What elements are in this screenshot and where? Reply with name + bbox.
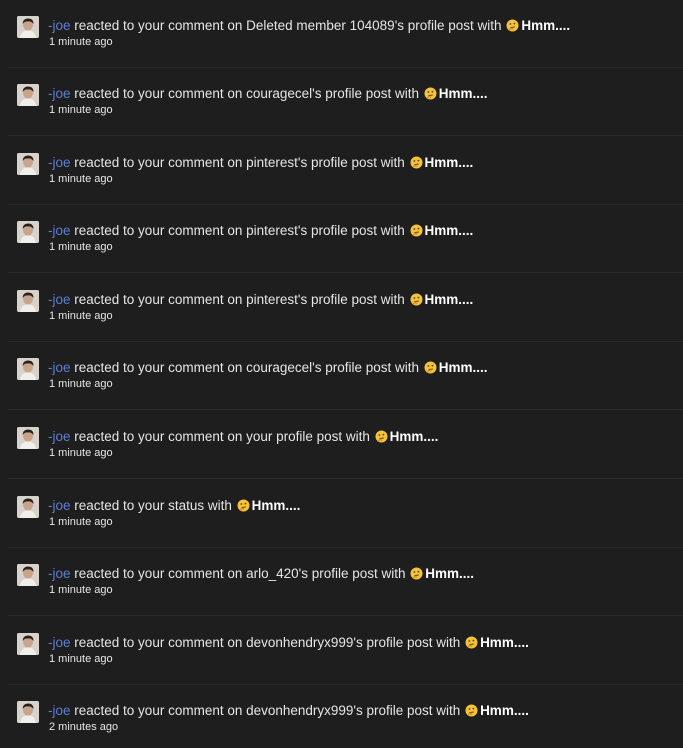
alert-action-text: reacted to your status with bbox=[70, 498, 236, 513]
alert-action-text: reacted to your comment on Deleted membe… bbox=[70, 18, 506, 33]
alert-timestamp: 1 minute ago bbox=[49, 173, 113, 185]
avatar[interactable] bbox=[17, 427, 39, 449]
username-link[interactable]: -joe bbox=[48, 155, 71, 170]
alert-message: -joe reacted to your comment on Deleted … bbox=[48, 17, 570, 35]
thinking-face-icon bbox=[506, 19, 519, 32]
reaction-name[interactable]: Hmm.... bbox=[439, 86, 488, 101]
alert-item[interactable]: -joe reacted to your comment on devonhen… bbox=[8, 617, 683, 685]
alert-timestamp: 1 minute ago bbox=[49, 378, 113, 390]
alert-message: -joe reacted to your comment on devonhen… bbox=[48, 702, 529, 720]
alert-message: -joe reacted to your comment on pinteres… bbox=[48, 291, 473, 309]
username-link[interactable]: -joe bbox=[48, 566, 71, 581]
alert-action-text: reacted to your comment on devonhendryx9… bbox=[70, 635, 465, 650]
thinking-face-icon bbox=[410, 156, 423, 169]
alert-timestamp: 1 minute ago bbox=[49, 310, 113, 322]
reaction-name[interactable]: Hmm.... bbox=[480, 703, 529, 718]
alert-message: -joe reacted to your comment on pinteres… bbox=[48, 154, 473, 172]
reaction-name[interactable]: Hmm.... bbox=[425, 155, 474, 170]
thinking-face-icon bbox=[424, 361, 437, 374]
username-link[interactable]: -joe bbox=[48, 292, 71, 307]
avatar[interactable] bbox=[17, 153, 39, 175]
reaction-name[interactable]: Hmm.... bbox=[390, 429, 439, 444]
alert-action-text: reacted to your comment on couragecel's … bbox=[70, 360, 423, 375]
alert-item[interactable]: -joe reacted to your comment on pinteres… bbox=[8, 137, 683, 205]
avatar[interactable] bbox=[17, 84, 39, 106]
reaction-name[interactable]: Hmm.... bbox=[425, 566, 474, 581]
alert-action-text: reacted to your comment on couragecel's … bbox=[70, 86, 423, 101]
username-link[interactable]: -joe bbox=[48, 360, 71, 375]
alert-item[interactable]: -joe reacted to your comment on pinteres… bbox=[8, 205, 683, 273]
avatar[interactable] bbox=[17, 564, 39, 586]
alert-action-text: reacted to your comment on pinterest's p… bbox=[70, 223, 409, 238]
avatar[interactable] bbox=[17, 221, 39, 243]
thinking-face-icon bbox=[410, 293, 423, 306]
alert-item[interactable]: -joe reacted to your comment on Deleted … bbox=[8, 0, 683, 68]
alert-action-text: reacted to your comment on devonhendryx9… bbox=[70, 703, 465, 718]
reaction-name[interactable]: Hmm.... bbox=[439, 360, 488, 375]
thinking-face-icon bbox=[375, 430, 388, 443]
reaction-name[interactable]: Hmm.... bbox=[425, 292, 474, 307]
alert-message: -joe reacted to your comment on arlo_420… bbox=[48, 565, 474, 583]
alert-message: -joe reacted to your comment on couragec… bbox=[48, 85, 488, 103]
alert-timestamp: 1 minute ago bbox=[49, 653, 113, 665]
avatar[interactable] bbox=[17, 701, 39, 723]
alert-message: -joe reacted to your comment on devonhen… bbox=[48, 634, 529, 652]
avatar[interactable] bbox=[17, 358, 39, 380]
alert-item[interactable]: -joe reacted to your comment on devonhen… bbox=[8, 685, 683, 748]
alert-item[interactable]: -joe reacted to your comment on arlo_420… bbox=[8, 548, 683, 616]
avatar[interactable] bbox=[17, 496, 39, 518]
reaction-name[interactable]: Hmm.... bbox=[521, 18, 570, 33]
alert-timestamp: 1 minute ago bbox=[49, 241, 113, 253]
username-link[interactable]: -joe bbox=[48, 498, 71, 513]
reaction-name[interactable]: Hmm.... bbox=[252, 498, 301, 513]
avatar[interactable] bbox=[17, 16, 39, 38]
alert-item[interactable]: -joe reacted to your comment on pinteres… bbox=[8, 274, 683, 342]
reaction-name[interactable]: Hmm.... bbox=[425, 223, 474, 238]
alert-item[interactable]: -joe reacted to your status with Hmm....… bbox=[8, 480, 683, 548]
alert-timestamp: 1 minute ago bbox=[49, 104, 113, 116]
reaction-name[interactable]: Hmm.... bbox=[480, 635, 529, 650]
username-link[interactable]: -joe bbox=[48, 635, 71, 650]
username-link[interactable]: -joe bbox=[48, 86, 71, 101]
username-link[interactable]: -joe bbox=[48, 223, 71, 238]
alert-action-text: reacted to your comment on your profile … bbox=[70, 429, 374, 444]
thinking-face-icon bbox=[465, 636, 478, 649]
alert-timestamp: 1 minute ago bbox=[49, 516, 113, 528]
alert-item[interactable]: -joe reacted to your comment on couragec… bbox=[8, 342, 683, 410]
alert-timestamp: 1 minute ago bbox=[49, 36, 113, 48]
alert-action-text: reacted to your comment on arlo_420's pr… bbox=[70, 566, 410, 581]
thinking-face-icon bbox=[410, 567, 423, 580]
thinking-face-icon bbox=[410, 224, 423, 237]
username-link[interactable]: -joe bbox=[48, 18, 71, 33]
alerts-list: -joe reacted to your comment on Deleted … bbox=[0, 0, 683, 748]
alert-action-text: reacted to your comment on pinterest's p… bbox=[70, 292, 409, 307]
avatar[interactable] bbox=[17, 290, 39, 312]
thinking-face-icon bbox=[424, 87, 437, 100]
username-link[interactable]: -joe bbox=[48, 703, 71, 718]
alert-message: -joe reacted to your status with Hmm.... bbox=[48, 497, 300, 515]
alert-item[interactable]: -joe reacted to your comment on your pro… bbox=[8, 411, 683, 479]
alert-timestamp: 2 minutes ago bbox=[49, 721, 119, 733]
alert-timestamp: 1 minute ago bbox=[49, 447, 113, 459]
alert-item[interactable]: -joe reacted to your comment on couragec… bbox=[8, 68, 683, 136]
thinking-face-icon bbox=[237, 499, 250, 512]
username-link[interactable]: -joe bbox=[48, 429, 71, 444]
alert-timestamp: 1 minute ago bbox=[49, 584, 113, 596]
alert-message: -joe reacted to your comment on couragec… bbox=[48, 359, 488, 377]
avatar[interactable] bbox=[17, 633, 39, 655]
thinking-face-icon bbox=[465, 704, 478, 717]
alert-message: -joe reacted to your comment on pinteres… bbox=[48, 222, 473, 240]
alert-action-text: reacted to your comment on pinterest's p… bbox=[70, 155, 409, 170]
alert-message: -joe reacted to your comment on your pro… bbox=[48, 428, 438, 446]
